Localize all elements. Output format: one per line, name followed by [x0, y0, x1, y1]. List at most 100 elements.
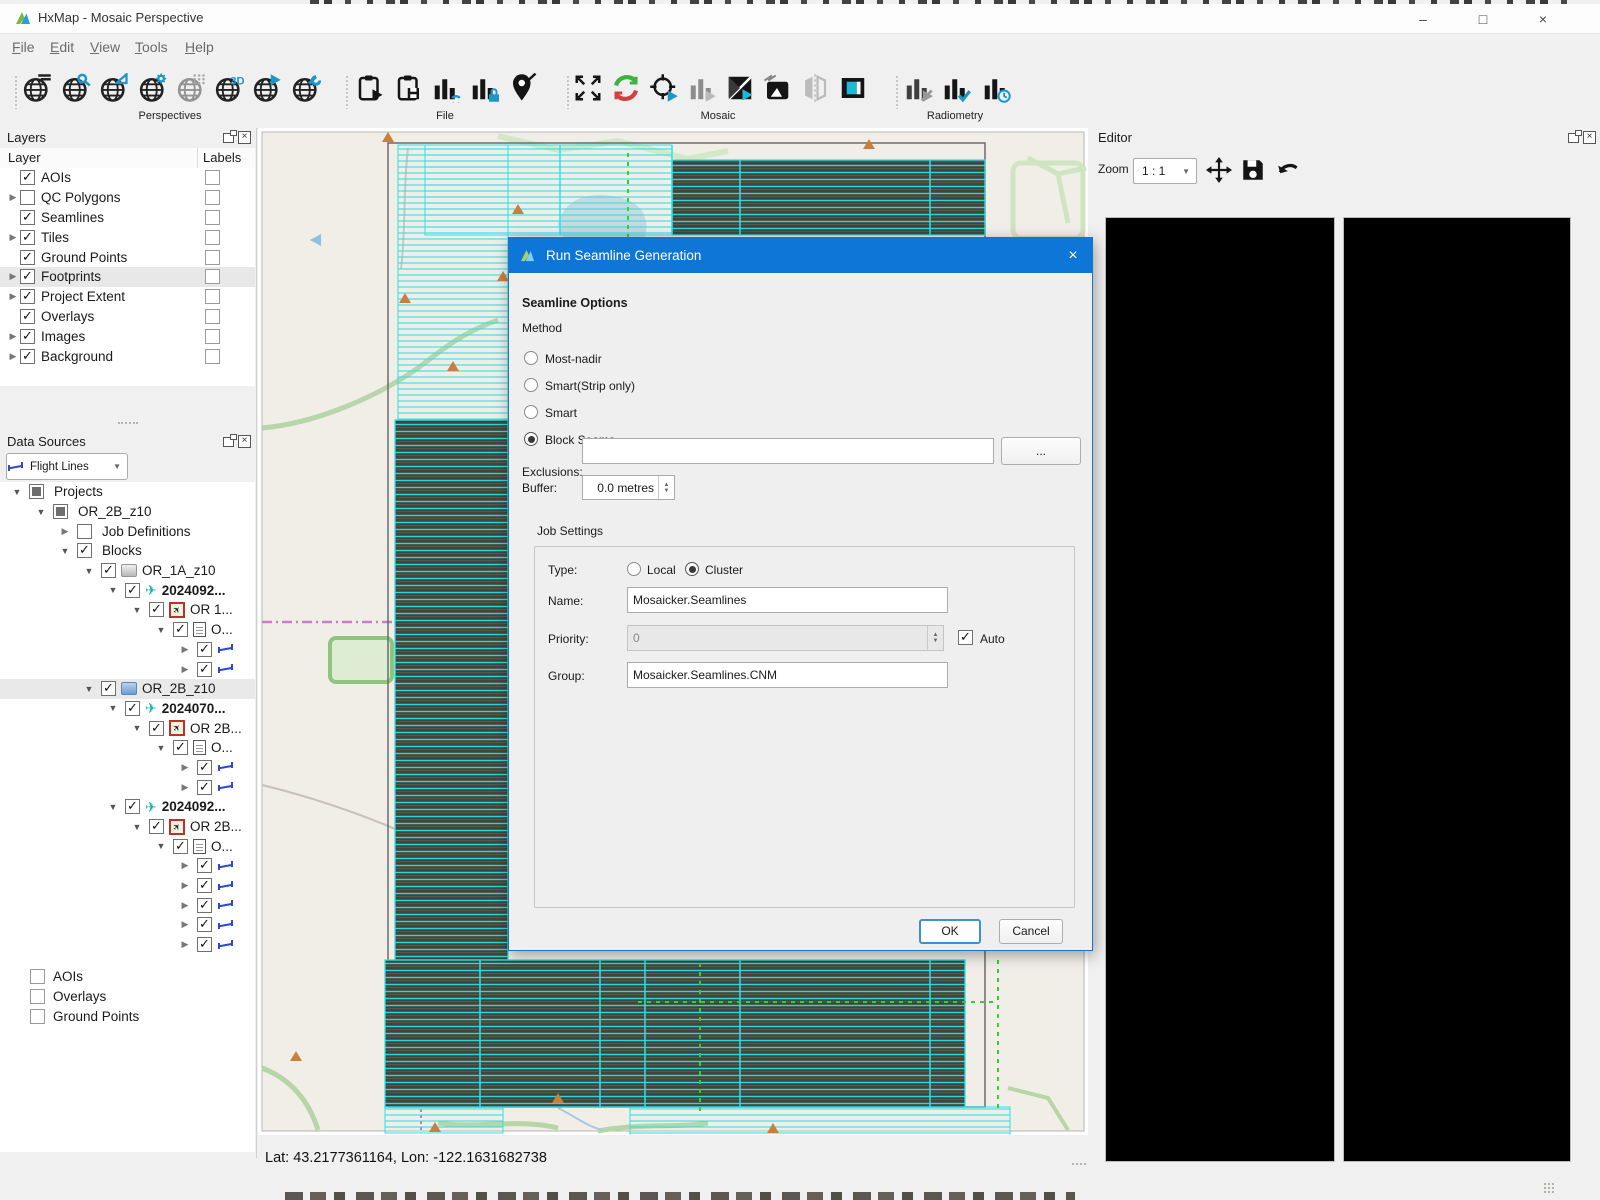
tree-checkbox[interactable]	[197, 760, 212, 775]
expander-icon[interactable]: ▶	[178, 900, 192, 911]
exclusions-input[interactable]	[582, 438, 994, 464]
pan-move-icon[interactable]	[1206, 157, 1232, 183]
expander-icon[interactable]: ▼	[58, 546, 72, 556]
minimize-button[interactable]: –	[1400, 6, 1446, 32]
tree-checkbox[interactable]	[173, 740, 188, 755]
layer-visibility-checkbox[interactable]	[20, 170, 35, 185]
layer-row[interactable]: ▶ Background	[0, 346, 255, 366]
chart-skip-icon[interactable]	[903, 73, 933, 103]
tree-row[interactable]: ▼ Blocks	[0, 541, 255, 561]
tree-checkbox[interactable]	[197, 937, 212, 952]
layer-row[interactable]: ▶ Tiles	[0, 227, 255, 247]
layer-visibility-checkbox[interactable]	[20, 190, 35, 205]
tree-row[interactable]: ▼ ✈ OR 2B...	[0, 718, 255, 738]
extra-layer-row[interactable]: Overlays	[0, 986, 255, 1006]
dialog-title-bar[interactable]: Run Seamline Generation ×	[509, 238, 1092, 273]
tree-checkbox[interactable]	[197, 642, 212, 657]
editor-view-right[interactable]	[1343, 217, 1571, 1162]
expander-icon[interactable]: ▶	[178, 919, 192, 930]
run-job-icon[interactable]	[355, 73, 385, 103]
window-resize-grip[interactable]	[1543, 1182, 1555, 1194]
expander-icon[interactable]: ▶	[6, 271, 20, 282]
layer-row[interactable]: Ground Points	[0, 247, 255, 267]
chart-play-icon[interactable]	[687, 73, 717, 103]
expander-icon[interactable]: ▼	[82, 684, 96, 694]
expander-icon[interactable]: ▼	[154, 841, 168, 851]
tree-checkbox[interactable]	[101, 563, 116, 578]
layer-labels-checkbox[interactable]	[205, 289, 220, 304]
expander-icon[interactable]: ▶	[6, 232, 20, 243]
zoom-select[interactable]: 1 : 1 ▼	[1133, 158, 1197, 184]
radio-smart-label[interactable]: Smart	[545, 406, 577, 420]
expander-icon[interactable]: ▶	[178, 782, 192, 793]
layer-row[interactable]: AOIs	[0, 168, 255, 188]
tree-row[interactable]: ▶	[0, 895, 255, 915]
close-panel-icon[interactable]: ×	[1583, 131, 1596, 144]
tree-checkbox[interactable]	[125, 701, 140, 716]
tree-row[interactable]: ▼ ✈ 2024070...	[0, 699, 255, 719]
layer-labels-checkbox[interactable]	[205, 329, 220, 344]
expander-icon[interactable]: ▼	[106, 802, 120, 812]
panel-splitter-handle[interactable]	[1072, 1163, 1086, 1169]
tree-checkbox[interactable]	[53, 504, 68, 519]
priority-spinbox[interactable]: 0 ▲▼	[627, 625, 944, 651]
cancel-button[interactable]: Cancel	[999, 919, 1063, 944]
chart-check-icon[interactable]	[941, 73, 971, 103]
layer-row[interactable]: Seamlines	[0, 208, 255, 228]
tree-checkbox[interactable]	[125, 799, 140, 814]
tree-row[interactable]: ▼ Projects	[0, 482, 255, 502]
globe-tools-icon[interactable]	[291, 73, 321, 103]
tree-row[interactable]: ▶	[0, 659, 255, 679]
tree-row[interactable]: ▶	[0, 876, 255, 896]
expander-icon[interactable]: ▼	[130, 605, 144, 615]
extra-layer-checkbox[interactable]	[30, 1009, 45, 1024]
layer-visibility-checkbox[interactable]	[20, 349, 35, 364]
tree-checkbox[interactable]	[197, 878, 212, 893]
tree-checkbox[interactable]	[173, 839, 188, 854]
tree-row[interactable]: ▼ ✈ 2024092...	[0, 580, 255, 600]
tree-checkbox[interactable]	[77, 524, 92, 539]
buffer-spinbox[interactable]: 0.0 metres ▲▼	[582, 475, 675, 500]
tree-row[interactable]: ▼ O...	[0, 620, 255, 640]
radio-smart-strip-label[interactable]: Smart(Strip only)	[545, 379, 635, 393]
seek-target-icon[interactable]	[649, 73, 679, 103]
float-panel-icon[interactable]	[1568, 133, 1579, 143]
tree-checkbox[interactable]	[101, 681, 116, 696]
tree-row[interactable]: ▼ O...	[0, 738, 255, 758]
crop-image-icon[interactable]	[762, 73, 792, 103]
globe-search-icon[interactable]	[61, 73, 91, 103]
expander-icon[interactable]: ▶	[58, 526, 72, 537]
flip-image-icon[interactable]	[800, 73, 830, 103]
radio-local[interactable]	[627, 562, 641, 576]
expander-icon[interactable]: ▼	[130, 723, 144, 733]
menu-file[interactable]: File	[8, 39, 39, 55]
radio-local-label[interactable]: Local	[647, 563, 676, 577]
radio-cluster[interactable]	[685, 562, 699, 576]
layer-row[interactable]: ▶ Footprints	[0, 267, 255, 287]
extra-layer-checkbox[interactable]	[30, 969, 45, 984]
chart-schedule-icon[interactable]	[981, 73, 1011, 103]
tree-row[interactable]: ▶	[0, 758, 255, 778]
spinner-arrows-icon[interactable]: ▲▼	[658, 476, 674, 499]
expander-icon[interactable]: ▶	[6, 192, 20, 203]
expander-icon[interactable]: ▶	[178, 880, 192, 891]
tree-row[interactable]: ▼ ✈ OR 1...	[0, 600, 255, 620]
layer-labels-checkbox[interactable]	[205, 250, 220, 265]
layer-labels-checkbox[interactable]	[205, 309, 220, 324]
menu-tools[interactable]: Tools	[131, 39, 172, 55]
extra-layer-row[interactable]: Ground Points	[0, 1006, 255, 1026]
tree-checkbox[interactable]	[77, 543, 92, 558]
layer-row[interactable]: Overlays	[0, 307, 255, 327]
expander-icon[interactable]: ▼	[34, 507, 48, 517]
extra-layer-row[interactable]: AOIs	[0, 966, 255, 986]
tree-row[interactable]: ▼ OR_2B_z10	[0, 502, 255, 522]
radio-block-seams[interactable]	[524, 432, 538, 446]
layer-row[interactable]: ▶ Images	[0, 326, 255, 346]
image-frame-icon[interactable]	[838, 73, 868, 103]
dialog-close-icon[interactable]: ×	[1062, 245, 1084, 267]
tree-row[interactable]: ▼ ✈ 2024092...	[0, 797, 255, 817]
maximize-button[interactable]: □	[1460, 6, 1506, 32]
column-labels[interactable]: Labels	[203, 150, 241, 165]
expander-icon[interactable]: ▶	[178, 762, 192, 773]
expander-icon[interactable]: ▶	[178, 860, 192, 871]
